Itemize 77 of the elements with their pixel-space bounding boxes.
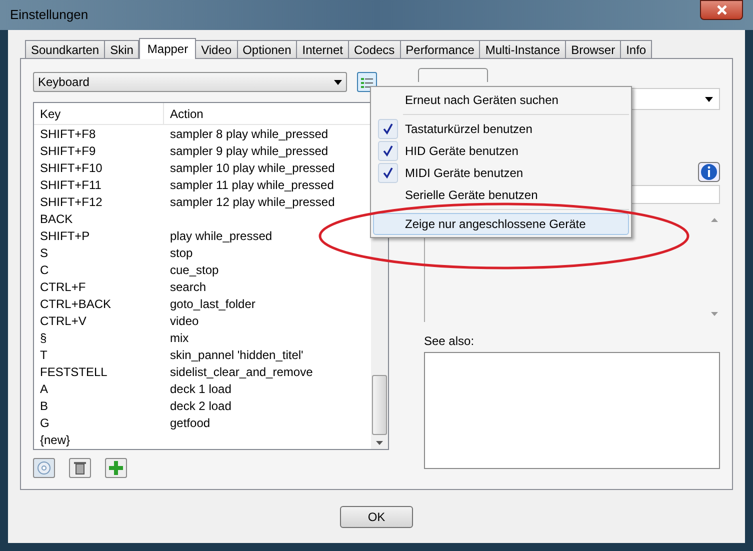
table-cell-text: sampler 9 play while_pressed (169, 142, 330, 160)
table-cell-text: goto_last_folder (169, 296, 256, 312)
import-button[interactable] (33, 458, 55, 478)
table-cell-text: A (39, 380, 50, 398)
window-title: Einstellungen (10, 6, 88, 24)
table-cell-text: sidelist_clear_and_remove (169, 364, 314, 380)
table-cell-text: SHIFT+F9 (39, 142, 97, 160)
dropdown-arrow-icon (334, 80, 342, 84)
table-cell-text: SHIFT+F10 (39, 160, 104, 176)
tab[interactable]: Soundkarten (25, 40, 106, 58)
close-icon (716, 5, 726, 15)
menu-button[interactable] (357, 72, 377, 92)
info-icon[interactable] (698, 162, 720, 182)
menu-item[interactable]: HID Geräte benutzen (373, 140, 629, 162)
menu-item[interactable]: Serielle Geräte benutzen (373, 184, 629, 206)
tab[interactable]: Info (620, 40, 652, 58)
tab[interactable]: Performance (400, 40, 480, 58)
table-cell-text: § (39, 330, 48, 346)
table-cell-text: SHIFT+F11 (39, 176, 102, 194)
dropdown-arrow-icon (705, 96, 713, 102)
menu-item[interactable]: Tastaturkürzel benutzen (373, 118, 629, 140)
table-cell-text: SHIFT+P (39, 228, 91, 244)
table-cell-text: deck 1 load (169, 380, 232, 398)
menu-item[interactable]: MIDI Geräte benutzen (373, 162, 629, 184)
table-cell-text: video (169, 312, 200, 330)
table-cell-text: deck 2 load (169, 398, 232, 414)
table-cell-text: {new} (39, 432, 72, 448)
trash-icon (74, 461, 86, 475)
tab[interactable]: Video (195, 40, 238, 58)
table-cell-text: T (39, 346, 48, 364)
table-cell-text: skin_pannel 'hidden_titel' (169, 346, 304, 364)
table-cell-text: sampler 11 play while_pressed (169, 176, 335, 194)
table-cell-text: sampler 10 play while_pressed (169, 160, 336, 176)
see-also-field[interactable] (424, 352, 720, 469)
table-cell-text: play while_pressed (169, 228, 274, 244)
menu-item[interactable]: Erneut nach Geräten suchen (373, 89, 629, 111)
table-cell-text: search (169, 278, 208, 296)
tab[interactable]: Optionen (236, 40, 298, 58)
table-cell-text: G (39, 414, 50, 432)
disc-icon (37, 461, 51, 475)
table-cell-text: CTRL+F (39, 278, 87, 296)
device-dropdown[interactable]: Keyboard (33, 72, 347, 92)
tab[interactable]: Mapper (139, 38, 196, 59)
plus-icon (109, 461, 123, 475)
tab[interactable]: Multi-Instance (479, 40, 566, 58)
ok-button[interactable]: OK (340, 506, 413, 528)
small-button[interactable] (418, 68, 488, 82)
scroll-down-icon[interactable] (376, 441, 383, 445)
table-cell-text: sampler 8 play while_pressed (169, 126, 330, 142)
close-button[interactable] (700, 0, 743, 20)
see-also-label: See also: (424, 333, 476, 350)
scrollbar-thumb[interactable] (372, 375, 387, 435)
table-cell-text: getfood (169, 414, 212, 432)
table-cell-text: FESTSTELL (39, 364, 108, 380)
tab[interactable]: Skin (104, 40, 140, 58)
table-cell-text: SHIFT+F12 (39, 194, 104, 210)
table-cell-text: CTRL+V (39, 312, 88, 330)
table-cell-text: C (39, 262, 50, 278)
table-cell-text: mix (169, 330, 190, 346)
add-button[interactable] (105, 458, 127, 478)
column-header[interactable]: Key (34, 103, 164, 124)
table-cell-text: B (39, 398, 50, 414)
list-icon (361, 76, 373, 88)
delete-button[interactable] (69, 458, 91, 478)
table-cell-text: sampler 12 play while_pressed (169, 194, 336, 210)
scroll-up-icon[interactable] (710, 218, 718, 222)
tab[interactable]: Browser (565, 40, 622, 58)
tab[interactable]: Codecs (348, 40, 401, 58)
tab[interactable]: Internet (296, 40, 349, 58)
table-cell-text: CTRL+BACK (39, 296, 112, 312)
table-cell-text: stop (169, 244, 194, 262)
table-cell-text: cue_stop (169, 262, 220, 278)
table-cell-text: S (39, 244, 50, 262)
menu-item[interactable]: Zeige nur angeschlossene Geräte (373, 213, 629, 235)
column-header[interactable]: Action (164, 103, 371, 124)
table-cell-text: BACK (39, 210, 74, 228)
table-cell-text: SHIFT+F8 (39, 126, 97, 142)
